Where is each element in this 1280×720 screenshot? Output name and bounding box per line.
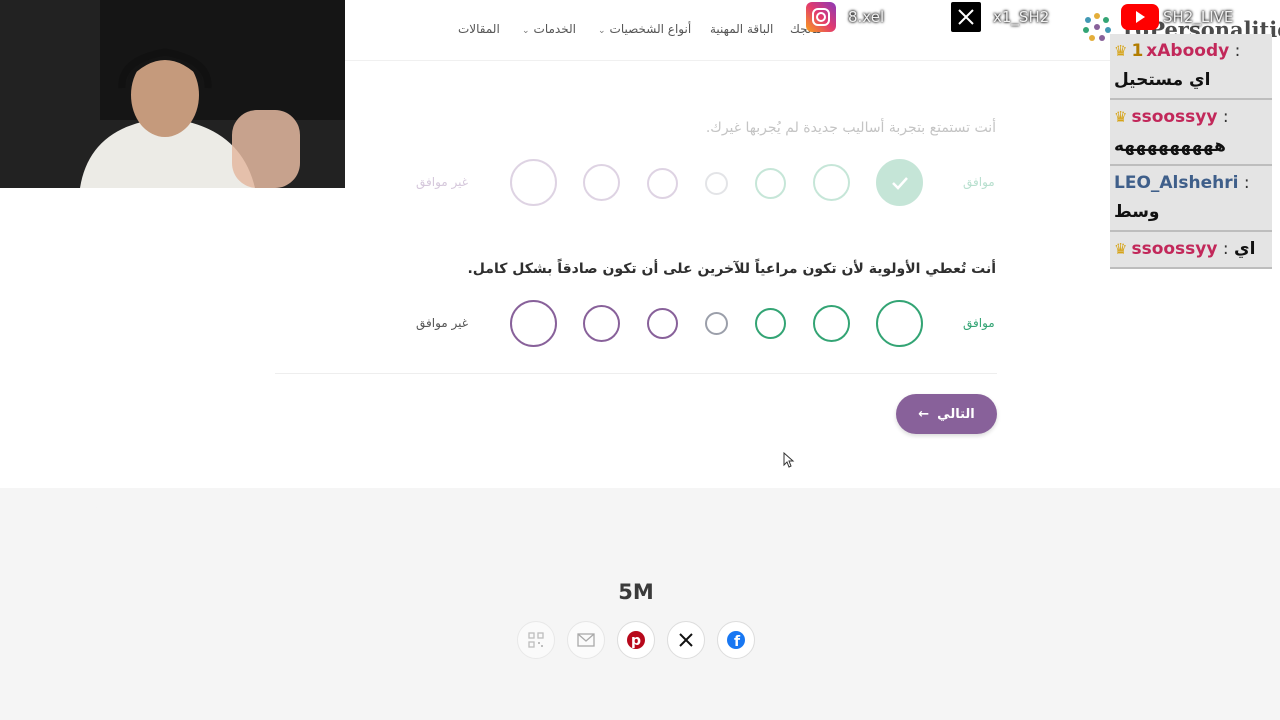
divider xyxy=(275,373,997,374)
nav-personality-types[interactable]: أنواع الشخصيات⌄ xyxy=(598,22,691,36)
x-share-button[interactable] xyxy=(667,621,705,659)
disagree-weak-option[interactable] xyxy=(647,308,678,339)
instagram-handle: 8.xel xyxy=(848,8,885,26)
stream-chat: ♛ 1 xAboody : اي مستحيل ♛ ssoossyy : هههههه… xyxy=(1110,34,1272,269)
chat-text: اي مستحيل xyxy=(1114,70,1211,90)
instagram-handle-tag: 8.xel xyxy=(806,0,884,34)
disagree-weak-option[interactable] xyxy=(647,168,678,199)
agree-strong-option-selected[interactable] xyxy=(876,159,923,206)
email-icon xyxy=(577,633,595,647)
email-share-button[interactable] xyxy=(567,621,605,659)
nav-services[interactable]: الخدمات⌄ xyxy=(522,22,576,36)
streamer-video xyxy=(0,0,345,188)
disagree-strong-option[interactable] xyxy=(510,159,557,206)
x-handle-tag: x1_SH2 xyxy=(951,0,1049,34)
chat-username: ssoossyy xyxy=(1131,239,1218,259)
next-button-label: التالي xyxy=(937,406,975,422)
facebook-share-button[interactable]: f xyxy=(717,621,755,659)
crown-icon: ♛ xyxy=(1114,42,1128,60)
disagree-option[interactable] xyxy=(583,305,620,342)
youtube-icon xyxy=(1121,4,1159,30)
chat-text: وسط xyxy=(1114,202,1160,222)
disagree-label: غير موافق xyxy=(416,175,469,189)
question-text: أنت تستمتع بتجربة أساليب جديدة لم يُجربه… xyxy=(705,120,996,136)
agree-weak-option[interactable] xyxy=(755,168,786,199)
agree-label: موافق xyxy=(963,316,995,330)
disagree-strong-option[interactable] xyxy=(510,300,557,347)
share-count: 5M xyxy=(618,580,654,604)
chat-text: اي xyxy=(1234,239,1256,259)
neutral-option[interactable] xyxy=(705,172,728,195)
youtube-handle: SH2_LIVE xyxy=(1163,8,1234,26)
pinterest-icon: p xyxy=(627,631,645,649)
agree-strong-option[interactable] xyxy=(876,300,923,347)
mouse-cursor-icon xyxy=(783,452,795,468)
nav-articles[interactable]: المقالات xyxy=(458,22,500,36)
qr-icon xyxy=(528,632,544,648)
disagree-option[interactable] xyxy=(583,164,620,201)
x-icon xyxy=(679,633,693,647)
x-icon xyxy=(951,2,981,32)
agree-option[interactable] xyxy=(813,305,850,342)
disagree-label: غير موافق xyxy=(416,316,469,330)
facebook-icon: f xyxy=(727,631,745,650)
agree-weak-option[interactable] xyxy=(755,308,786,339)
next-button[interactable]: التالي ← xyxy=(896,394,997,434)
chat-username: ssoossyy xyxy=(1131,107,1218,127)
agree-option[interactable] xyxy=(813,164,850,201)
svg-text:f: f xyxy=(734,634,741,650)
chat-message: ♛ 1 xAboody : اي مستحيل xyxy=(1110,34,1272,100)
webcam-overlay xyxy=(0,0,345,188)
svg-text:p: p xyxy=(631,633,641,649)
chevron-down-icon: ⌄ xyxy=(598,26,606,36)
pinterest-share-button[interactable]: p xyxy=(617,621,655,659)
chat-message: ♛ ssoossyy : هههههههههه xyxy=(1110,100,1272,166)
nav-professional-package[interactable]: الباقة المهنية xyxy=(710,22,773,36)
crown-icon: ♛ xyxy=(1114,240,1128,258)
chevron-down-icon: ⌄ xyxy=(522,26,530,36)
instagram-icon xyxy=(806,2,836,32)
youtube-handle-tag: SH2_LIVE xyxy=(1121,0,1233,34)
chat-text: هههههههههه xyxy=(1114,136,1226,156)
agree-label: موافق xyxy=(963,175,995,189)
chat-message: ♛ ssoossyy : اي xyxy=(1110,232,1272,269)
chat-username: LEO_Alshehri xyxy=(1114,173,1239,193)
chat-username: xAboody xyxy=(1146,41,1230,61)
arrow-left-icon: ← xyxy=(918,406,930,422)
brand-logo-icon[interactable] xyxy=(1080,10,1114,44)
chat-badge: 1 xyxy=(1131,41,1144,61)
check-icon xyxy=(891,176,908,190)
question-text: أنت تُعطي الأولوية لأن تكون مراعياً للآخ… xyxy=(467,261,996,277)
crown-icon: ♛ xyxy=(1114,108,1128,126)
neutral-option[interactable] xyxy=(705,312,728,335)
chat-message: LEO_Alshehri : وسط xyxy=(1110,166,1272,232)
x-handle: x1_SH2 xyxy=(993,8,1050,26)
qr-share-button[interactable] xyxy=(517,621,555,659)
footer-wave-divider xyxy=(0,488,1280,528)
